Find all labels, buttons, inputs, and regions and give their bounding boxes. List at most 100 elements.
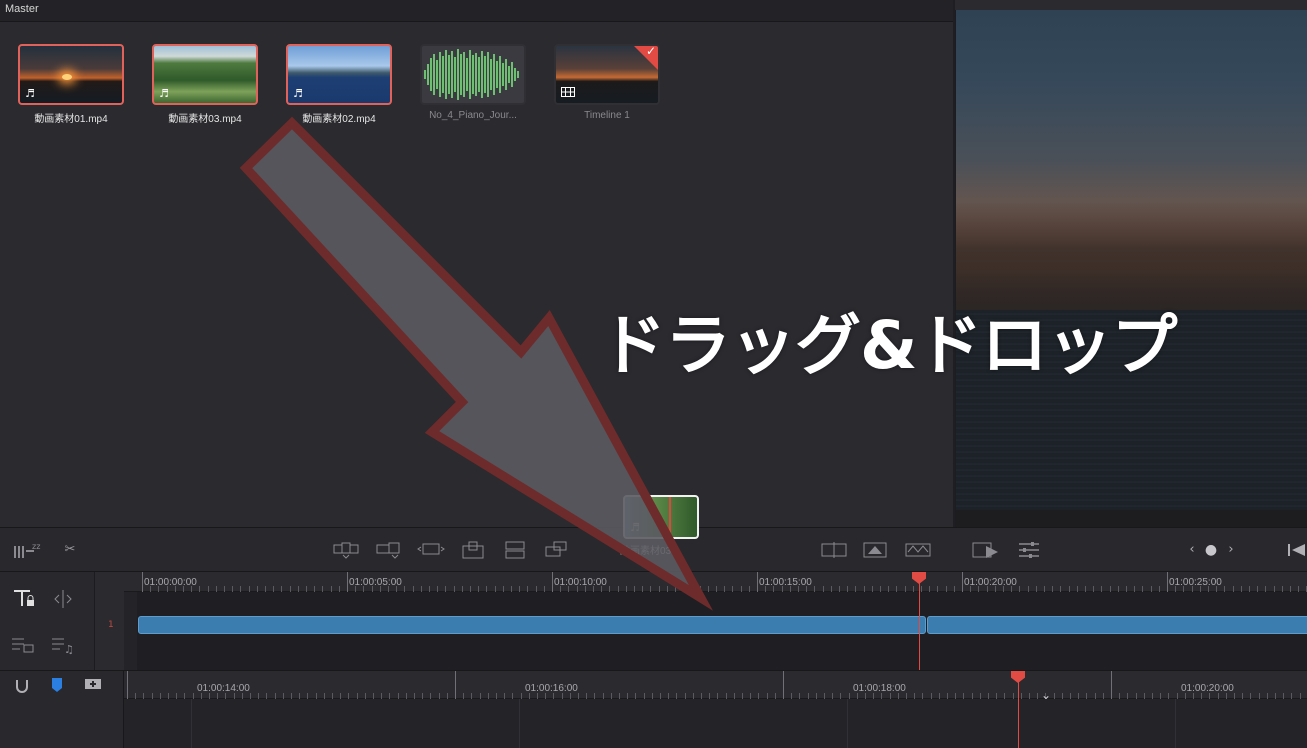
ruler-tick: [602, 693, 604, 699]
ruler-tick: [438, 693, 440, 699]
ruler-tick: [463, 693, 465, 699]
music-note-icon: ♬: [25, 87, 35, 100]
timecode-label: 01:00:20:00: [964, 577, 1017, 588]
timecode-label: 01:00:15:00: [759, 577, 812, 588]
auto-select-audio-icon[interactable]: ♫: [50, 634, 76, 656]
ruler-tick: [1061, 693, 1063, 699]
timeline-ruler[interactable]: 01:00:00:00 01:00:05:00 01:00:10:00 01:0…: [124, 572, 1307, 592]
clip-thumbnail[interactable]: ♬ 動画素材02.mp4: [286, 44, 392, 125]
ruler-tick: [151, 693, 153, 699]
dot-indicator-icon[interactable]: ●: [1204, 540, 1218, 560]
ruler-tick: [594, 693, 596, 699]
ruler-tick: [947, 693, 948, 699]
auto-select-video-icon[interactable]: [10, 634, 36, 654]
timeline-clip[interactable]: [927, 616, 1307, 634]
clip-thumbnail-image: ✓: [554, 44, 660, 105]
place-on-top-icon[interactable]: [504, 540, 526, 560]
scissors-icon[interactable]: ✂: [60, 540, 80, 560]
trim-edit-icon[interactable]: [50, 588, 76, 608]
audio-clip-thumbnail[interactable]: No_4_Piano_Jour...: [420, 44, 526, 121]
close-up-icon[interactable]: [862, 540, 888, 560]
ruler-tick: [1094, 693, 1096, 699]
ruler-tick: [643, 693, 645, 699]
ripple-overwrite-icon[interactable]: [820, 540, 848, 560]
upper-timeline[interactable]: 01:00:00:00 01:00:05:00 01:00:10:00 01:0…: [124, 572, 1307, 670]
ruler-tick: [660, 693, 661, 699]
ruler-tick: [610, 693, 612, 699]
ruler-tick: [168, 693, 169, 699]
ruler-tick: [586, 693, 588, 699]
chevron-left-icon[interactable]: ‹: [1185, 540, 1199, 560]
bin-title[interactable]: Master: [5, 3, 39, 15]
clip-thumbnail[interactable]: ♬ 動画素材03.mp4: [152, 44, 258, 125]
ruler-tick: [1234, 693, 1235, 699]
ruler-tick: [757, 572, 758, 592]
source-overwrite-icon[interactable]: [904, 540, 932, 560]
music-note-icon: ♬: [630, 521, 640, 534]
timeline-ruler[interactable]: 01:00:14:00 01:00:16:00 01:00:18:00 01:0…: [124, 671, 1307, 699]
chevron-right-icon[interactable]: ›: [1224, 540, 1238, 560]
clip-thumbnail[interactable]: ♬ 動画素材01.mp4: [18, 44, 124, 125]
grid-line: [191, 699, 192, 748]
timeline-thumbnail[interactable]: ✓ Timeline 1: [554, 44, 660, 121]
append-clip-icon[interactable]: [544, 540, 570, 560]
timeline-clip[interactable]: [138, 616, 926, 634]
timeline-icon: [561, 87, 575, 99]
playhead-line[interactable]: [1018, 679, 1019, 748]
ruler-tick: [988, 693, 989, 699]
ruler-tick: [971, 693, 973, 699]
replace-clip-icon[interactable]: [417, 540, 445, 560]
zoom-icon[interactable]: zz: [13, 540, 43, 560]
insert-clip-icon[interactable]: [333, 540, 359, 560]
svg-text:♫: ♫: [64, 643, 74, 656]
flag-marker-icon[interactable]: [48, 675, 66, 695]
drag-and-drop-caption: ドラッグ&ドロップ: [600, 307, 1178, 384]
skip-to-start-icon[interactable]: [1285, 540, 1307, 560]
ruler-tick: [1167, 572, 1168, 592]
add-marker-icon[interactable]: [82, 675, 104, 695]
clip-thumbnail-image: ♬: [18, 44, 124, 105]
overwrite-clip-icon[interactable]: [376, 540, 402, 560]
viewer-panel: [955, 0, 1307, 527]
ruler-tick: [1275, 693, 1276, 699]
ruler-tick: [373, 693, 374, 699]
lower-timeline[interactable]: 01:00:14:00 01:00:16:00 01:00:18:00 01:0…: [124, 670, 1307, 748]
play-clip-icon[interactable]: [972, 540, 1000, 560]
ruler-tick: [471, 693, 473, 699]
ruler-tick: [1266, 693, 1268, 699]
ruler-tick: [520, 693, 522, 699]
ruler-tick: [627, 693, 629, 699]
ruler-tick: [552, 572, 553, 592]
ruler-tick: [1119, 693, 1121, 699]
playhead-line[interactable]: [919, 580, 920, 670]
ruler-tick: [914, 693, 916, 699]
ruler-tick: [347, 572, 348, 592]
ruler-tick: [701, 693, 702, 699]
track-lock-icon[interactable]: [10, 588, 36, 608]
timecode-label: 01:00:14:00: [197, 683, 250, 694]
ruler-tick: [996, 693, 998, 699]
ruler-tick: [807, 693, 809, 699]
ruler-tick: [142, 572, 143, 592]
ruler-tick: [1078, 693, 1080, 699]
viewer-frame[interactable]: [956, 10, 1307, 510]
ruler-tick: [832, 693, 834, 699]
ruler-tick: [1176, 693, 1178, 699]
ruler-tick: [979, 693, 981, 699]
audio-waveform-icon: [420, 44, 526, 105]
ruler-tick: [1135, 693, 1137, 699]
ruler-tick: [332, 693, 333, 699]
chevron-down-icon[interactable]: ⌄: [1036, 685, 1056, 705]
ruler-tick: [430, 693, 432, 699]
snapping-icon[interactable]: [12, 675, 32, 695]
ruler-tick: [791, 693, 793, 699]
ruler-tick: [1152, 693, 1153, 699]
ruler-tick: [446, 693, 448, 699]
adjustments-icon[interactable]: [1017, 540, 1041, 560]
ruler-tick: [1004, 693, 1006, 699]
clip-name: 動画素材03.mp4: [168, 114, 242, 125]
ruler-tick: [135, 693, 137, 699]
ruler-tick: [455, 671, 456, 699]
fit-to-fill-icon[interactable]: [460, 540, 486, 560]
ruler-tick: [340, 693, 342, 699]
